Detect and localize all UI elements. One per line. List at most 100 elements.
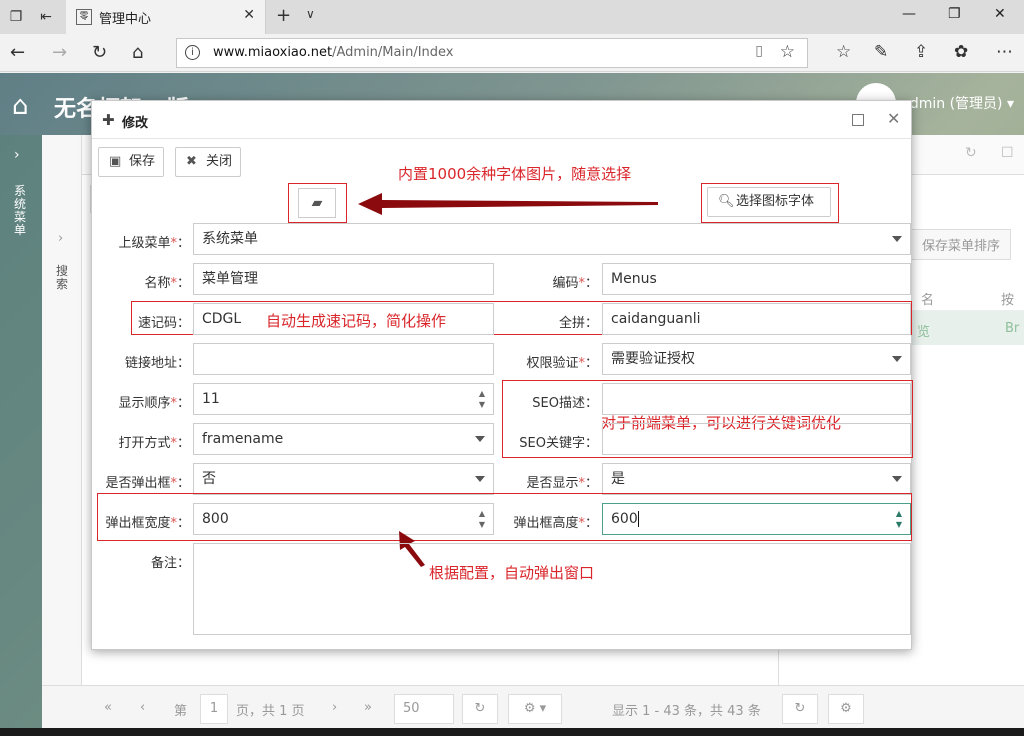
tab-preview-chevron-icon[interactable]: ∨ — [306, 7, 315, 21]
reload-icon[interactable]: ↻ — [462, 694, 498, 724]
home-icon[interactable]: ⌂ — [12, 91, 29, 121]
plus-icon: ✚ — [102, 111, 115, 129]
code-label: 编码*： — [552, 276, 598, 291]
pinyin-field[interactable]: caidanguanli — [602, 303, 911, 335]
stepper-arrows-icon: ▲ ▼ — [478, 509, 486, 529]
popup-width-label: 弹出框宽度*： — [105, 516, 190, 531]
favicon-icon: 零 — [76, 9, 92, 25]
column-header: 按 — [1001, 293, 1015, 308]
close-button[interactable]: ✖ 关闭 — [175, 147, 241, 177]
page-prefix: 第 — [174, 704, 188, 719]
seo-keywords-field[interactable] — [602, 423, 911, 455]
seo-desc-label: SEO描述： — [532, 396, 598, 411]
share-icon[interactable]: ⇪ — [914, 42, 928, 62]
tab-title: 管理中心 — [99, 12, 152, 27]
refresh-icon[interactable]: ↻ — [92, 42, 107, 63]
browser-tab-bar: ❐ ⇤ 零 管理中心 ✕ + ∨ — ❐ ✕ — [0, 0, 1024, 34]
book-icon[interactable]: ▰ — [298, 188, 336, 218]
sidebar-item-system-menu[interactable]: 系统菜单 — [14, 185, 28, 237]
table-cell: 览 — [917, 325, 931, 340]
dialog-header: ✚ 修改 ✕ — [92, 101, 911, 139]
stepper-arrows-icon: ▲ ▼ — [478, 389, 486, 409]
info-icon[interactable]: i — [185, 45, 200, 60]
is-popup-label: 是否弹出框*： — [105, 476, 190, 491]
edit-menu-dialog: ✚ 修改 ✕ ▣ 保存 ✖ 关闭 ▰ 🔍︎ 选择图标字体 内置1000余种字体图… — [91, 100, 913, 650]
favorite-star-icon[interactable]: ☆ — [780, 42, 795, 62]
minimize-icon[interactable]: — — [902, 6, 916, 22]
user-menu[interactable]: admin (管理员) ▾ — [901, 93, 1014, 113]
is-show-select[interactable]: 是 — [602, 463, 911, 495]
page-size-select[interactable]: 50 — [394, 694, 454, 724]
save-button-label: 保存 — [129, 154, 156, 169]
next-page-icon[interactable]: › — [332, 700, 337, 715]
maximize-icon[interactable]: ☐ — [1001, 145, 1014, 161]
collapse-chevron-icon[interactable]: › — [58, 231, 63, 246]
more-icon[interactable]: ⋯ — [996, 42, 1013, 62]
order-stepper[interactable]: 11 ▲ ▼ — [193, 383, 494, 415]
link-label: 链接地址： — [124, 356, 190, 371]
prev-page-icon[interactable]: ‹ — [140, 700, 145, 715]
annotation-icons: 内置1000余种字体图片，随意选择 — [398, 165, 632, 183]
select-icon-font-button[interactable]: 🔍︎ 选择图标字体 — [707, 187, 831, 217]
page-number-input[interactable]: 1 — [200, 694, 228, 724]
name-field[interactable]: 菜单管理 — [193, 263, 494, 295]
set-aside-tabs-icon[interactable]: ⇤ — [36, 7, 56, 27]
popup-height-stepper[interactable]: 600 ▲ ▼ — [602, 503, 911, 535]
is-show-label: 是否显示*： — [526, 476, 598, 491]
last-page-icon[interactable]: » — [364, 700, 372, 715]
name-label: 名称*： — [144, 276, 190, 291]
reading-view-icon[interactable]: ▯ — [755, 43, 763, 59]
seo-desc-field[interactable] — [602, 383, 911, 415]
pinyin-label: 全拼： — [558, 316, 598, 331]
url-bar[interactable]: i www.miaoxiao.net/Admin/Main/Index ▯ ☆ — [176, 38, 808, 68]
parent-menu-label: 上级菜单*： — [118, 236, 190, 251]
pager-summary: 显示 1 - 43 条，共 43 条 — [612, 704, 761, 719]
table-cell: Br — [1005, 321, 1020, 336]
permission-label: 权限验证*： — [526, 356, 598, 371]
notes-pen-icon[interactable]: ✎ — [874, 42, 888, 62]
stepper-arrows-icon: ▲ ▼ — [895, 509, 903, 529]
new-tab-icon[interactable]: + — [276, 5, 291, 26]
restore-icon[interactable]: ❐ — [948, 6, 961, 22]
seo-keywords-label: SEO关键字： — [519, 436, 598, 451]
remark-textarea[interactable] — [193, 543, 911, 635]
extension-icon[interactable]: ✿ — [954, 42, 968, 62]
tab-overview-icon[interactable]: ❐ — [6, 7, 26, 27]
settings-icon[interactable]: ⚙ ▾ — [508, 694, 562, 724]
save-button[interactable]: ▣ 保存 — [98, 147, 164, 177]
taskbar — [0, 728, 1024, 736]
maximize-icon[interactable] — [852, 114, 864, 126]
back-icon[interactable]: ← — [10, 42, 25, 63]
forward-icon[interactable]: → — [52, 42, 67, 63]
url-text[interactable]: www.miaoxiao.net/Admin/Main/Index — [213, 45, 454, 60]
is-popup-select[interactable]: 否 — [193, 463, 494, 495]
link-field[interactable] — [193, 343, 494, 375]
search-panel-label[interactable]: 搜索 — [56, 265, 70, 291]
remark-label: 备注： — [150, 556, 190, 571]
refresh-icon[interactable]: ↻ — [965, 145, 977, 161]
home-icon[interactable]: ⌂ — [132, 42, 143, 63]
open-mode-select[interactable]: framename — [193, 423, 494, 455]
code-field[interactable]: Menus — [602, 263, 911, 295]
settings-icon[interactable]: ⚙ — [828, 694, 864, 724]
popup-width-stepper[interactable]: 800 ▲ ▼ — [193, 503, 494, 535]
first-page-icon[interactable]: « — [104, 700, 112, 715]
permission-select[interactable]: 需要验证授权 — [602, 343, 911, 375]
close-icon: ✖ — [186, 154, 197, 169]
reload-icon[interactable]: ↻ — [782, 694, 818, 724]
annotation-quick-code: 自动生成速记码，简化操作 — [266, 312, 447, 330]
save-icon: ▣ — [109, 154, 122, 169]
column-header: 名 — [921, 293, 935, 308]
save-sort-button[interactable]: 保存菜单排序 — [911, 229, 1012, 260]
expand-chevron-icon[interactable]: › — [14, 147, 20, 163]
browser-tab[interactable]: 零 管理中心 ✕ — [66, 0, 266, 34]
close-tab-icon[interactable]: ✕ — [243, 7, 255, 23]
parent-menu-select[interactable]: 系统菜单 — [193, 223, 911, 255]
favorites-list-icon[interactable]: ☆ — [836, 42, 851, 62]
quick-code-label: 速记码： — [137, 316, 190, 331]
close-icon[interactable]: ✕ — [887, 109, 900, 128]
page-suffix: 页，共 1 页 — [236, 704, 305, 719]
close-button-label: 关闭 — [206, 154, 233, 169]
window-close-icon[interactable]: ✕ — [994, 6, 1006, 22]
search-icon: 🔍︎ — [718, 194, 735, 209]
